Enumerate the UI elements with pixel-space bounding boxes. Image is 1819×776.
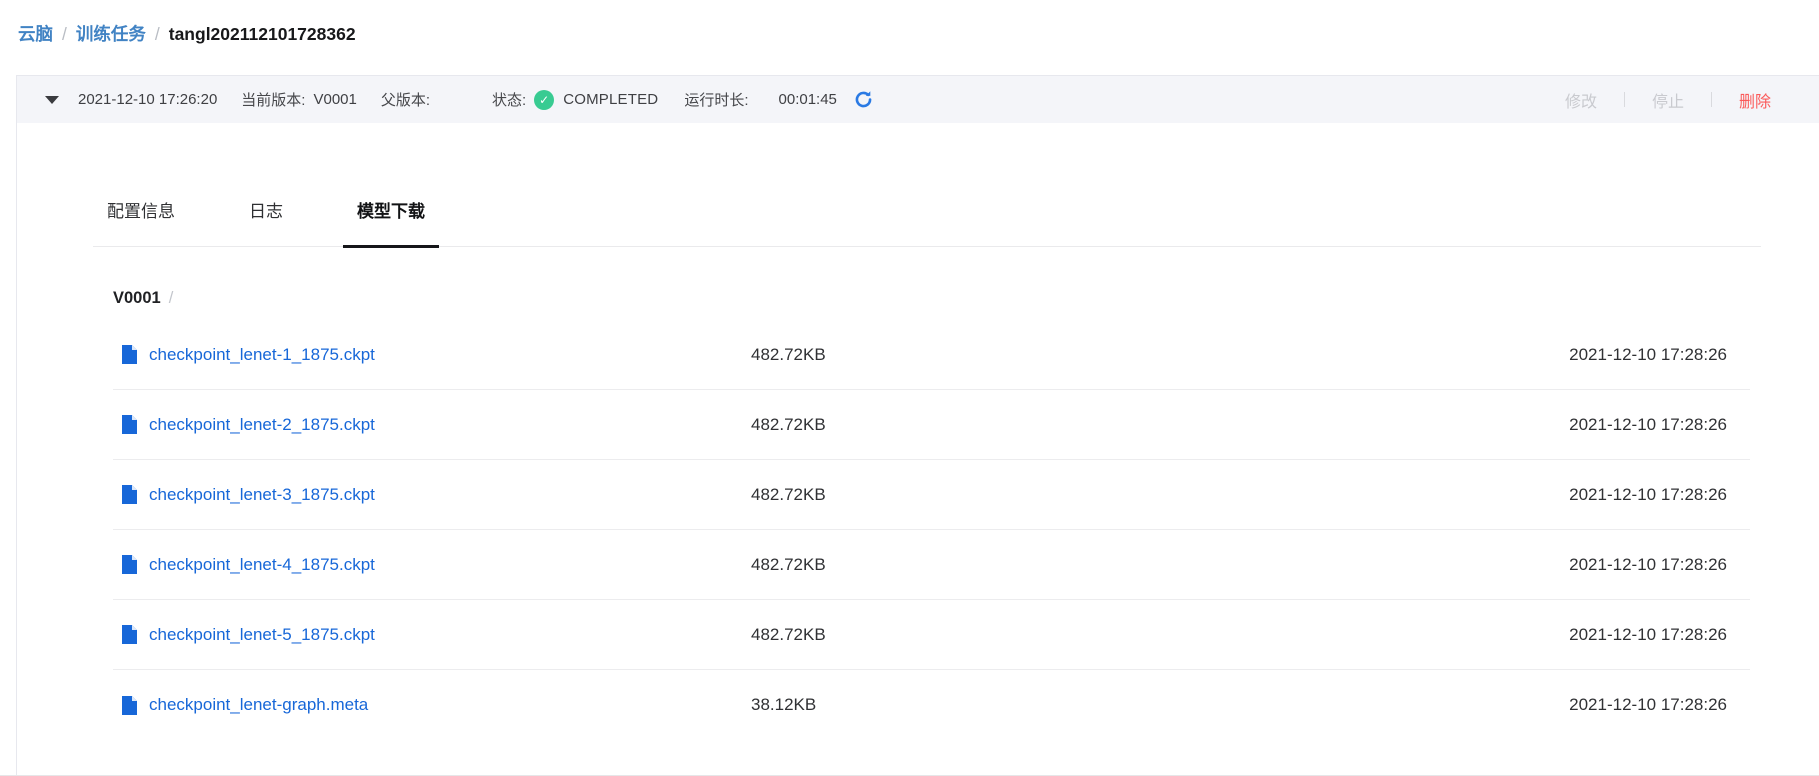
file-size: 482.72KB [751, 555, 1569, 575]
task-detail-card: 2021-12-10 17:26:20 当前版本: V0001 父版本: 状态:… [16, 75, 1819, 775]
file-name-cell: checkpoint_lenet-1_1875.ckpt [113, 344, 751, 365]
collapse-caret-icon[interactable] [45, 96, 59, 104]
path-separator: / [169, 289, 174, 308]
file-size: 38.12KB [751, 695, 1569, 715]
file-name-cell: checkpoint_lenet-5_1875.ckpt [113, 624, 751, 645]
breadcrumb-current-task-name: tangl202112101728362 [169, 24, 356, 45]
parent-version-label: 父版本: [381, 89, 430, 110]
tab-logs[interactable]: 日志 [235, 197, 297, 246]
status-label: 状态: [492, 89, 526, 110]
file-modified-time: 2021-12-10 17:28:26 [1569, 415, 1750, 435]
file-size: 482.72KB [751, 625, 1569, 645]
file-name-cell: checkpoint_lenet-graph.meta [113, 695, 751, 716]
model-path-row: V0001 / [113, 289, 1761, 308]
file-link[interactable]: checkpoint_lenet-5_1875.ckpt [149, 625, 375, 645]
file-modified-time: 2021-12-10 17:28:26 [1569, 625, 1750, 645]
file-name-cell: checkpoint_lenet-3_1875.ckpt [113, 484, 751, 505]
file-modified-time: 2021-12-10 17:28:26 [1569, 555, 1750, 575]
file-row: checkpoint_lenet-3_1875.ckpt 482.72KB 20… [113, 460, 1750, 530]
file-link[interactable]: checkpoint_lenet-2_1875.ckpt [149, 415, 375, 435]
breadcrumb-separator: / [62, 24, 67, 45]
file-link[interactable]: checkpoint_lenet-4_1875.ckpt [149, 555, 375, 575]
file-modified-time: 2021-12-10 17:28:26 [1569, 485, 1750, 505]
breadcrumb-link-training-tasks[interactable]: 训练任务 [76, 21, 146, 46]
breadcrumb: 云脑 / 训练任务 / tangl202112101728362 [18, 21, 356, 46]
task-created-time: 2021-12-10 17:26:20 [78, 91, 217, 108]
file-row: checkpoint_lenet-5_1875.ckpt 482.72KB 20… [113, 600, 1750, 670]
tab-model-download[interactable]: 模型下载 [343, 197, 439, 246]
file-row: checkpoint_lenet-2_1875.ckpt 482.72KB 20… [113, 390, 1750, 460]
file-row: checkpoint_lenet-4_1875.ckpt 482.72KB 20… [113, 530, 1750, 600]
current-version-value: V0001 [313, 91, 356, 108]
file-row: checkpoint_lenet-graph.meta 38.12KB 2021… [113, 670, 1750, 740]
breadcrumb-link-cloudbrain[interactable]: 云脑 [18, 21, 53, 46]
document-icon [121, 344, 138, 365]
tab-config-info[interactable]: 配置信息 [93, 197, 189, 246]
stop-button[interactable]: 停止 [1652, 88, 1684, 112]
detail-tabs: 配置信息 日志 模型下载 [93, 123, 1761, 247]
task-actions: 修改 停止 删除 [1565, 88, 1771, 112]
delete-button[interactable]: 删除 [1739, 88, 1771, 112]
task-detail-body: 配置信息 日志 模型下载 V0001 / checkpoint_lenet-1_… [17, 123, 1819, 740]
file-table: checkpoint_lenet-1_1875.ckpt 482.72KB 20… [113, 320, 1750, 740]
document-icon [121, 695, 138, 716]
modify-button[interactable]: 修改 [1565, 88, 1597, 112]
file-size: 482.72KB [751, 345, 1569, 365]
file-modified-time: 2021-12-10 17:28:26 [1569, 345, 1750, 365]
document-icon [121, 624, 138, 645]
file-size: 482.72KB [751, 415, 1569, 435]
current-version-label: 当前版本: [241, 89, 305, 110]
status-value: COMPLETED [563, 91, 658, 108]
file-link[interactable]: checkpoint_lenet-3_1875.ckpt [149, 485, 375, 505]
file-link[interactable]: checkpoint_lenet-1_1875.ckpt [149, 345, 375, 365]
breadcrumb-separator: / [155, 24, 160, 45]
check-circle-icon: ✓ [534, 90, 554, 110]
file-name-cell: checkpoint_lenet-4_1875.ckpt [113, 554, 751, 575]
duration-label: 运行时长: [684, 89, 748, 110]
file-row: checkpoint_lenet-1_1875.ckpt 482.72KB 20… [113, 320, 1750, 390]
document-icon [121, 484, 138, 505]
file-size: 482.72KB [751, 485, 1569, 505]
refresh-icon[interactable] [853, 89, 874, 110]
file-modified-time: 2021-12-10 17:28:26 [1569, 695, 1750, 715]
document-icon [121, 414, 138, 435]
file-name-cell: checkpoint_lenet-2_1875.ckpt [113, 414, 751, 435]
duration-value: 00:01:45 [779, 91, 837, 108]
action-divider [1711, 92, 1712, 107]
file-link[interactable]: checkpoint_lenet-graph.meta [149, 695, 368, 715]
version-path-link[interactable]: V0001 [113, 289, 161, 308]
action-divider [1624, 92, 1625, 107]
task-status-bar: 2021-12-10 17:26:20 当前版本: V0001 父版本: 状态:… [17, 76, 1819, 123]
document-icon [121, 554, 138, 575]
